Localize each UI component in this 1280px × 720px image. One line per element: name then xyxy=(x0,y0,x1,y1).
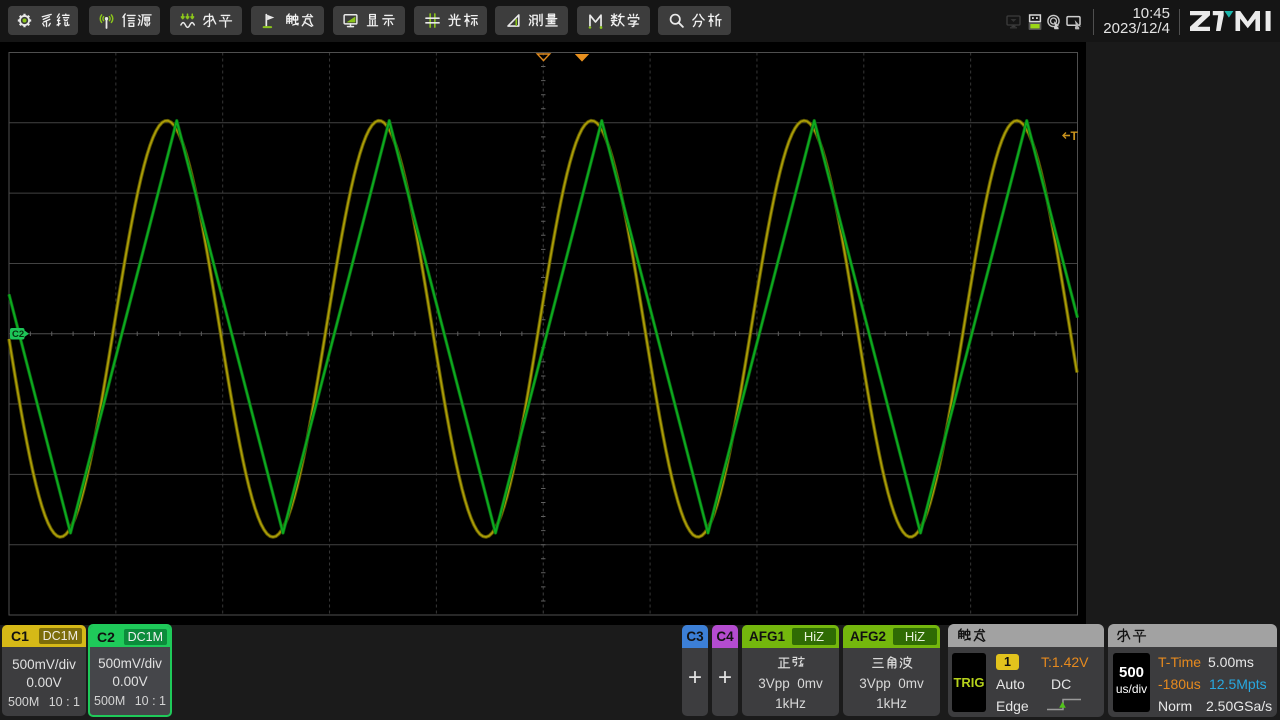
svg-text:T: T xyxy=(1071,129,1079,143)
svg-text:C2: C2 xyxy=(12,329,24,340)
